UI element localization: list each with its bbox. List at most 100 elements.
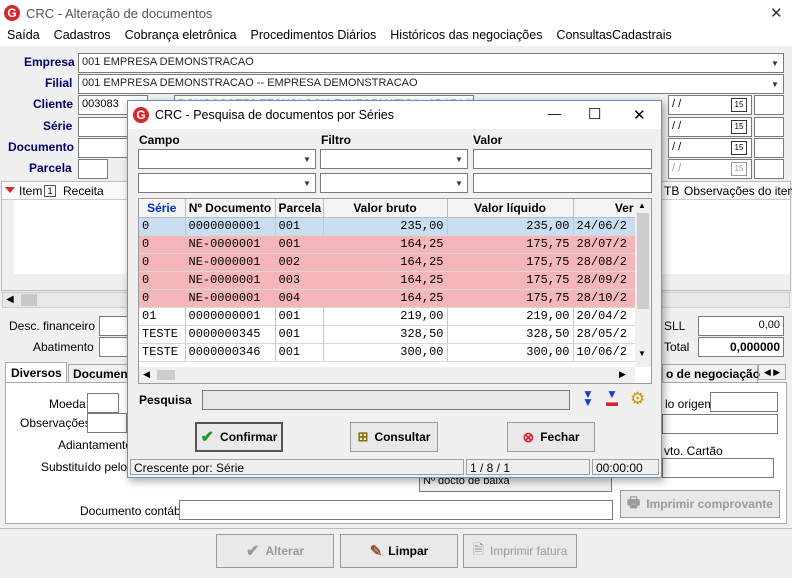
scroll-left-icon[interactable]: ◀ [6,294,14,305]
chevron-down-icon: ▼ [771,79,779,89]
pesquisa-input[interactable] [202,390,570,410]
abatimento-input[interactable] [99,337,129,357]
cell-parcela: 001 [275,325,324,344]
calendar-icon: 15 [731,162,747,176]
col-documento[interactable]: Nº Documento [185,199,276,218]
extra-field-2[interactable] [754,117,784,137]
calendar-icon[interactable]: 15 [731,98,747,112]
table-row[interactable]: 0 NE-0000001 002 164,25 175,75 28/08/2 [139,253,638,272]
table-row[interactable]: TESTE 0000000346 001 300,00 300,00 10/06/2 [139,343,638,362]
results-grid[interactable]: Série Nº Documento Parcela Valor bruto V… [138,198,652,384]
sll-value-field[interactable]: 0,00 [698,316,784,336]
menu-cobranca[interactable]: Cobrança eletrônica [118,26,244,46]
filtro-select-2[interactable]: ▼ [320,173,468,193]
fechar-button[interactable]: ⊗ Fechar [507,422,595,452]
table-row[interactable]: TESTE 0000000345 001 328,50 328,50 28/05/2 [139,325,638,344]
filtro-select-1[interactable]: ▼ [320,149,468,169]
table-row[interactable]: 0 NE-0000001 003 164,25 175,75 28/09/2 [139,271,638,290]
cell-liquido: 219,00 [447,307,574,326]
tab-diversos[interactable]: Diversos [5,362,67,382]
scroll-thumb[interactable] [637,213,649,309]
menu-cadastros[interactable]: Cadastros [47,26,118,46]
cell-parcela: 001 [275,343,324,362]
valor-input-2[interactable] [473,173,652,193]
extra-field-3[interactable] [754,138,784,158]
filial-value: 001 EMPRESA DEMONSTRACAO -- EMPRESA DEMO… [82,77,418,89]
tab-negociacao[interactable]: o de negociação [662,364,760,382]
tab-documentos[interactable]: Document [68,364,130,382]
calendar-icon[interactable]: 15 [731,120,747,134]
campo-select-2[interactable]: ▼ [138,173,316,193]
observacoes-input[interactable] [87,413,127,433]
empresa-select[interactable]: 001 EMPRESA DEMONSTRACAO ▼ [78,53,784,73]
col-vencimento[interactable]: Ver [573,199,638,218]
cell-serie: TESTE [139,343,186,362]
arrow-down-first-icon[interactable]: ▼ ▬ [606,388,618,408]
cell-bruto: 164,25 [323,253,448,272]
cell-doc: 0000000346 [185,343,276,362]
extra-field-4[interactable] [754,159,784,179]
grid-hscrollbar[interactable]: ◀ ▶ [139,367,635,383]
col-parcela[interactable]: Parcela [275,199,324,218]
limpar-button[interactable]: ✎ Limpar [340,534,458,568]
menu-consultas[interactable]: ConsultasCadastrais [549,26,678,46]
abatimento-label: Abatimento [33,340,94,354]
right-input-2[interactable] [662,414,778,434]
moeda-input[interactable] [87,393,119,413]
scroll-up-icon[interactable]: ▲ [638,201,646,210]
documento-input[interactable] [78,138,128,158]
tb-column-label: TB [664,184,680,198]
filial-select[interactable]: 001 EMPRESA DEMONSTRACAO -- EMPRESA DEMO… [78,74,784,94]
col-serie[interactable]: Série [139,199,186,218]
titulo-origem-input[interactable] [710,392,778,412]
campo-select-1[interactable]: ▼ [138,149,316,169]
cell-parcela: 002 [275,253,324,272]
serie-input[interactable] [78,117,128,137]
cell-bruto: 300,00 [323,343,448,362]
dialog-title: CRC - Pesquisa de documentos por Séries [155,108,395,122]
tab-scroll-arrows[interactable]: ◀ ▶ [758,364,786,380]
table-row[interactable]: 0 NE-0000001 004 164,25 175,75 28/10/2 [139,289,638,308]
extra-field-1[interactable] [754,95,784,115]
scroll-down-icon[interactable]: ▼ [638,349,646,358]
table-row[interactable]: 0 0000000001 001 235,00 235,00 24/06/2 [139,217,638,236]
settings-gear-icon[interactable]: ⚙ [630,389,645,409]
confirmar-button[interactable]: ✔ Confirmar [195,422,283,452]
cell-serie: 0 [139,217,186,236]
cell-liquido: 328,50 [447,325,574,344]
observacoes-label: Observações [20,416,91,430]
col-valor-liquido[interactable]: Valor líquido [447,199,574,218]
parcela-input[interactable] [78,159,108,179]
total-value-field: 0,000000 [698,337,784,357]
desc-financeiro-input[interactable] [99,316,129,336]
cell-bruto: 164,25 [323,235,448,254]
scroll-left-icon[interactable]: ◀ [143,369,150,380]
consultar-button[interactable]: ⊞ Consultar [350,422,438,452]
scroll-thumb[interactable] [21,294,37,306]
valor-label: Valor [473,133,503,147]
grid-vscrollbar[interactable]: ▲ ▼ [635,199,651,367]
documento-contabil-input[interactable] [179,500,613,520]
campo-label: Campo [139,133,180,147]
col-valor-bruto[interactable]: Valor bruto [323,199,448,218]
titulo-origem-label: lo origem [665,397,715,411]
valor-input-1[interactable] [473,149,652,169]
cartao-input[interactable] [662,458,774,478]
imprimir-fatura-button: 🗎 Imprimir fatura [463,534,577,568]
scroll-right-icon[interactable]: ▶ [619,369,626,380]
calendar-icon[interactable]: 15 [731,141,747,155]
menu-historicos[interactable]: Históricos das negociações [383,26,549,46]
menu-procedimentos[interactable]: Procedimentos Diários [244,26,384,46]
serie-label: Série [43,119,73,133]
dialog-minimize-button[interactable]: — [548,106,561,121]
main-close-button[interactable]: ✕ [770,4,783,22]
cliente-label: Cliente [33,97,74,111]
table-row[interactable]: 01 0000000001 001 219,00 219,00 20/04/2 [139,307,638,326]
dialog-close-button[interactable]: ✕ [633,106,646,124]
arrow-down-double-icon[interactable]: ▼ ▼ [582,388,594,408]
menu-saida[interactable]: Saída [0,26,47,46]
cell-bruto: 164,25 [323,289,448,308]
table-row[interactable]: 0 NE-0000001 001 164,25 175,75 28/07/2 [139,235,638,254]
dialog-maximize-button[interactable]: ☐ [588,105,601,123]
scroll-thumb[interactable] [157,370,175,380]
